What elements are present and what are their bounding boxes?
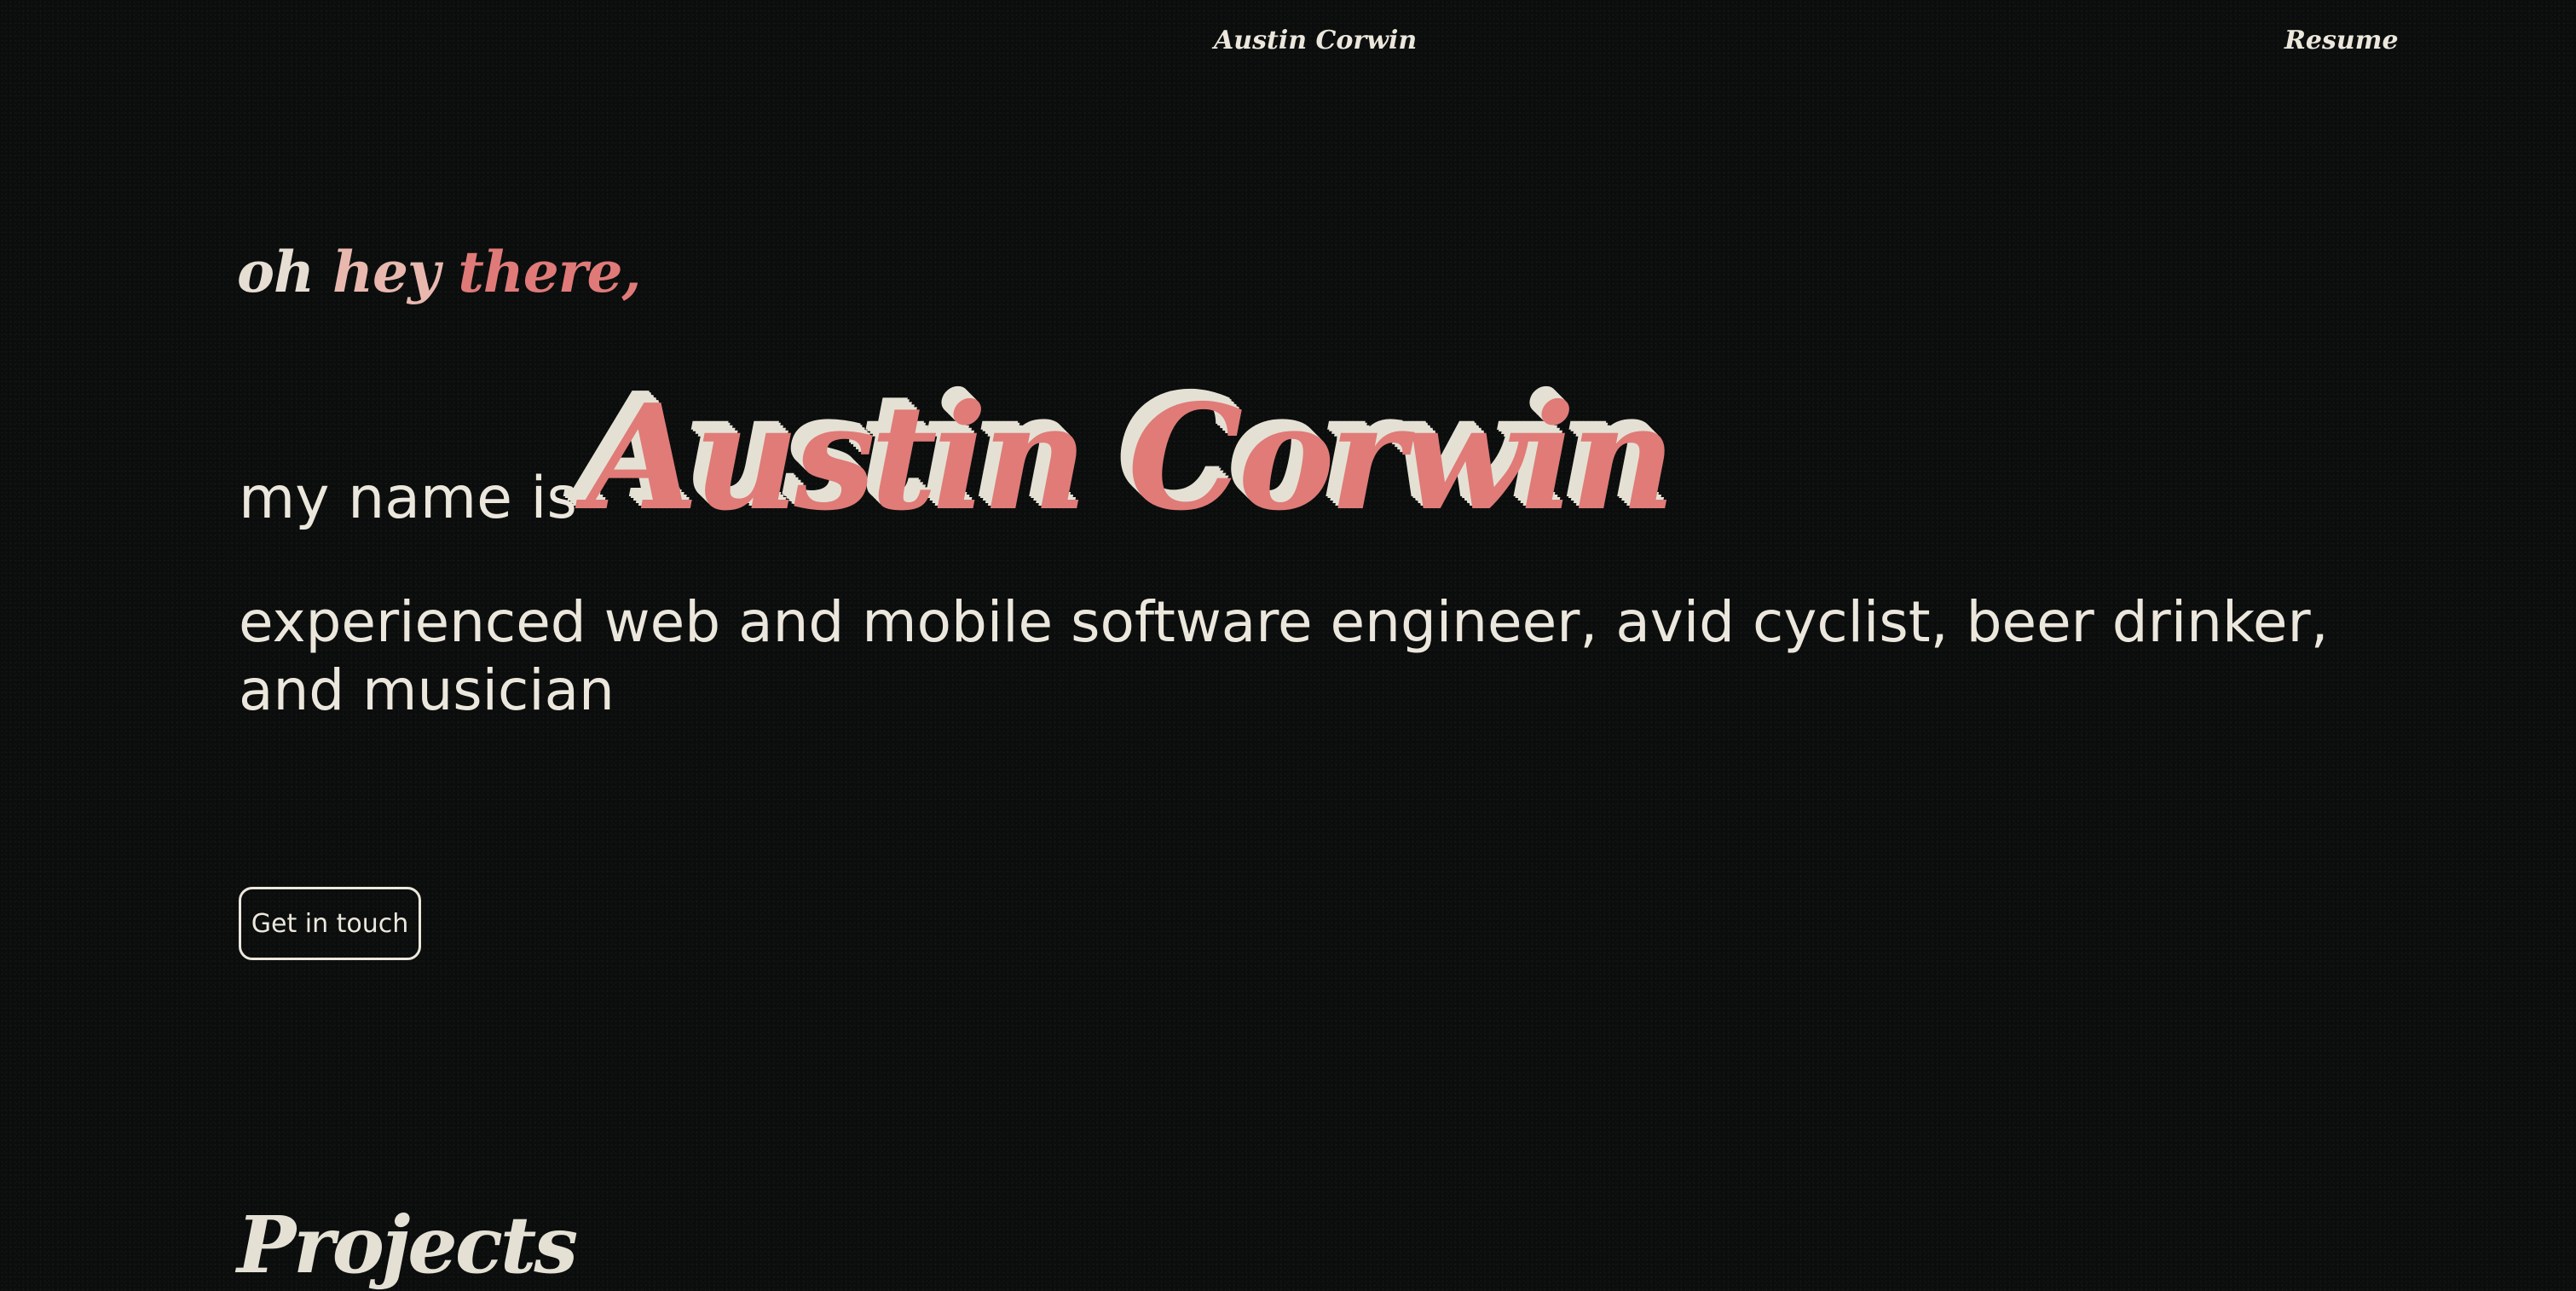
greeting-word-hey: hey [332,239,440,305]
name-intro-text: my name is [239,465,577,532]
nav-brand-link[interactable]: Austin Corwin [1214,26,1417,55]
greeting-word-oh: oh [237,239,315,305]
hero-greeting: oh hey there, [237,244,642,300]
greeting-word-there: there, [458,239,641,305]
get-in-touch-button[interactable]: Get in touch [239,887,421,960]
nav-resume-link[interactable]: Resume [2284,26,2399,55]
hero-tagline: experienced web and mobile software engi… [239,589,2329,723]
hero-name-heading: Austin Corwin [586,373,1676,543]
projects-section-title: Projects [237,1199,578,1291]
